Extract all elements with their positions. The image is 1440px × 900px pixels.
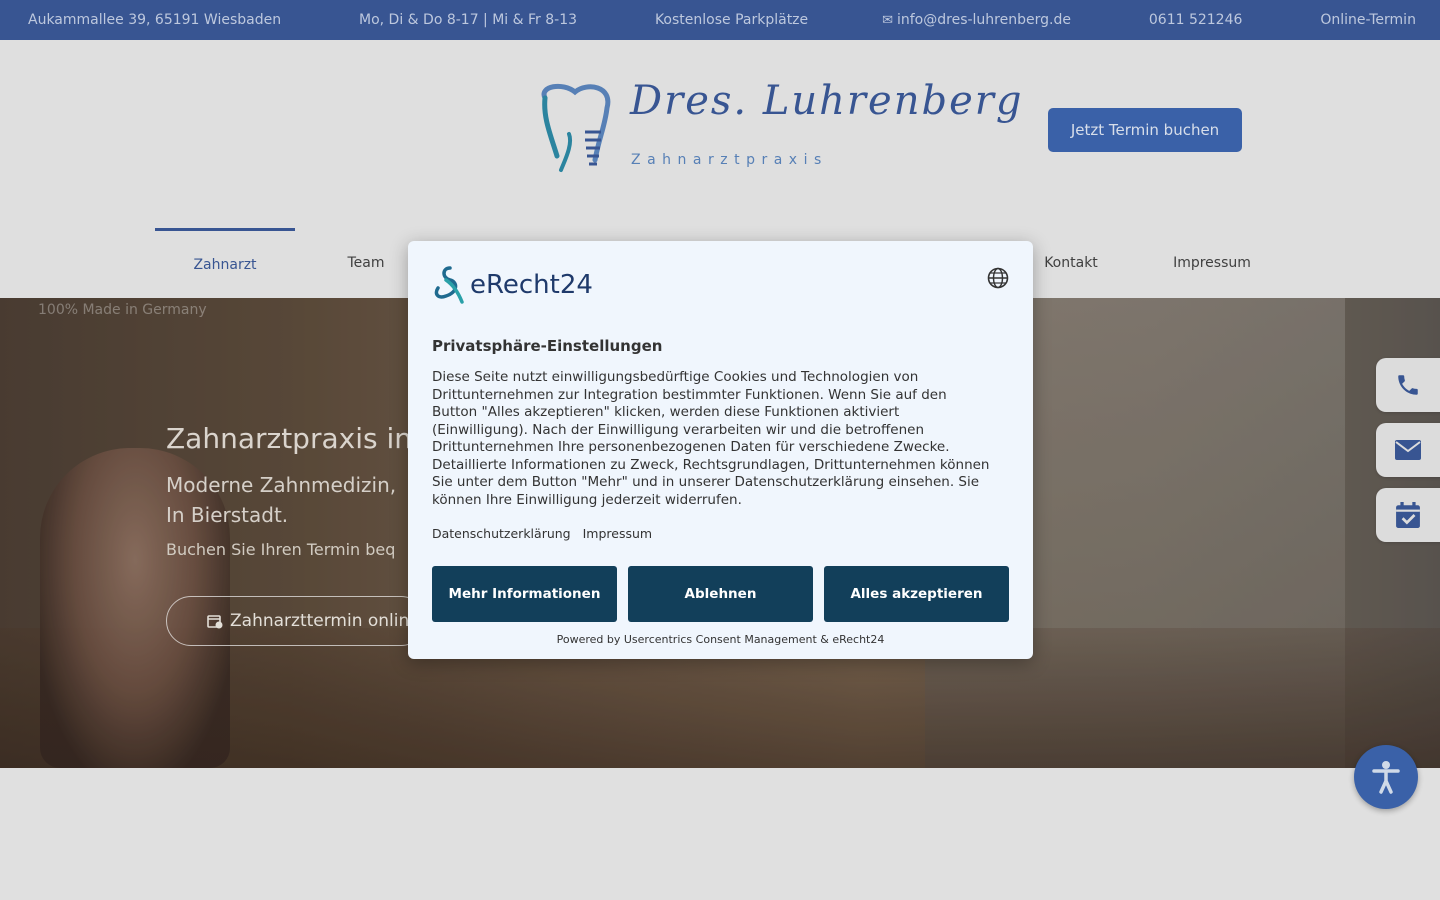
consent-dialog: eRecht24 Privatsphäre-Einstellungen Dies…	[408, 241, 1033, 659]
imprint-link[interactable]: Impressum	[583, 526, 652, 541]
privacy-policy-link[interactable]: Datenschutzerklärung	[432, 526, 571, 541]
accept-all-button[interactable]: Alles akzeptieren	[824, 566, 1009, 622]
consent-powered-by: Powered by Usercentrics Consent Manageme…	[556, 633, 885, 646]
more-info-button[interactable]: Mehr Informationen	[432, 566, 617, 622]
consent-description: Diese Seite nutzt einwilligungsbedürftig…	[432, 369, 990, 508]
consent-brand-name: eRecht24	[470, 270, 593, 300]
consent-title: Privatsphäre-Einstellungen	[432, 337, 663, 355]
erecht24-icon	[434, 266, 464, 304]
consent-brand-logo: eRecht24	[432, 265, 593, 305]
globe-icon[interactable]	[987, 267, 1009, 289]
consent-links: Datenschutzerklärung Impressum	[432, 526, 652, 541]
decline-button[interactable]: Ablehnen	[628, 566, 813, 622]
